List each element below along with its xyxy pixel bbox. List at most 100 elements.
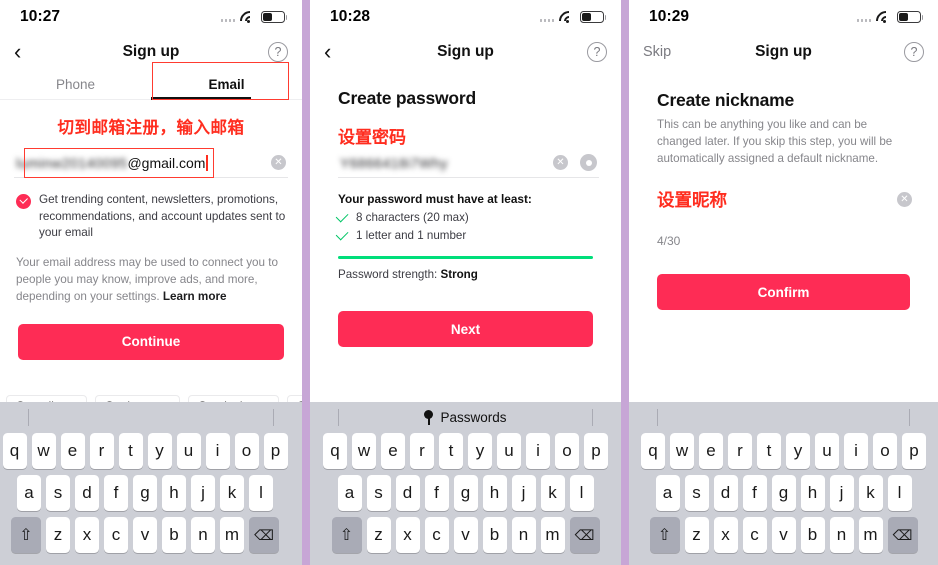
key-u[interactable]: u [815,433,839,469]
shift-up-arrow-icon[interactable]: ⇧ [331,517,362,553]
key-s[interactable]: s [46,475,70,511]
key-z[interactable]: z [46,517,70,553]
key-u[interactable]: u [176,433,201,469]
tab-email[interactable]: Email [151,70,302,99]
shift-up-arrow-icon[interactable]: ⇧ [11,517,41,553]
key-v[interactable]: v [133,517,157,553]
key-s[interactable]: s [684,475,709,511]
key-i[interactable]: i [205,433,230,469]
backspace-delete-icon[interactable]: ⌫ [887,517,918,553]
key-k[interactable]: k [858,475,883,511]
key-f[interactable]: f [742,475,767,511]
key-n[interactable]: n [829,517,854,553]
key-m[interactable]: m [858,517,883,553]
key-h[interactable]: h [800,475,825,511]
key-s[interactable]: s [366,475,391,511]
key-e[interactable]: e [60,433,85,469]
tab-phone[interactable]: Phone [0,70,151,99]
checkmark-circle-filled-icon[interactable] [16,194,31,209]
key-t[interactable]: t [757,433,781,469]
key-p[interactable]: p [263,433,288,469]
key-i[interactable]: i [526,433,550,469]
key-h[interactable]: h [482,475,507,511]
key-m[interactable]: m [220,517,244,553]
key-g[interactable]: g [771,475,796,511]
key-i[interactable]: i [844,433,868,469]
key-l[interactable]: l [249,475,273,511]
key-r[interactable]: r [89,433,114,469]
key-p[interactable]: p [902,433,926,469]
eye-show-password-icon[interactable] [580,154,597,171]
key-n[interactable]: n [511,517,536,553]
key-e[interactable]: e [699,433,723,469]
key-a[interactable]: a [655,475,680,511]
key-t[interactable]: t [439,433,463,469]
key-c[interactable]: c [104,517,128,553]
key-d[interactable]: d [75,475,99,511]
chevron-left-icon[interactable]: ‹ [14,41,40,63]
key-j[interactable]: j [511,475,536,511]
confirm-button[interactable]: Confirm [657,274,910,311]
key-q[interactable]: q [641,433,665,469]
clear-circle-icon[interactable]: ✕ [897,192,912,208]
key-q[interactable]: q [323,433,347,469]
key-w[interactable]: w [670,433,694,469]
key-w[interactable]: w [352,433,376,469]
backspace-delete-icon[interactable]: ⌫ [569,517,600,553]
chevron-left-icon[interactable]: ‹ [324,41,350,63]
shift-up-arrow-icon[interactable]: ⇧ [649,517,680,553]
key-l[interactable]: l [887,475,912,511]
key-n[interactable]: n [191,517,215,553]
key-b[interactable]: b [482,517,507,553]
key-q[interactable]: q [2,433,27,469]
key-g[interactable]: g [133,475,157,511]
key-c[interactable]: c [742,517,767,553]
question-mark-circle-icon[interactable]: ? [587,42,607,62]
continue-button[interactable]: Continue [18,323,284,360]
key-v[interactable]: v [771,517,796,553]
key-w[interactable]: w [31,433,56,469]
key-j[interactable]: j [191,475,215,511]
key-t[interactable]: t [118,433,143,469]
passwords-autofill-button[interactable]: Passwords [424,410,507,425]
key-a[interactable]: a [17,475,41,511]
key-b[interactable]: b [800,517,825,553]
clear-circle-icon[interactable]: ✕ [271,155,286,170]
key-j[interactable]: j [829,475,854,511]
question-mark-circle-icon[interactable]: ? [904,42,924,62]
key-b[interactable]: b [162,517,186,553]
key-d[interactable]: d [395,475,420,511]
key-o[interactable]: o [555,433,579,469]
key-x[interactable]: x [395,517,420,553]
key-e[interactable]: e [381,433,405,469]
key-p[interactable]: p [584,433,608,469]
key-m[interactable]: m [540,517,565,553]
key-r[interactable]: r [410,433,434,469]
key-d[interactable]: d [713,475,738,511]
key-k[interactable]: k [540,475,565,511]
key-o[interactable]: o [234,433,259,469]
key-r[interactable]: r [728,433,752,469]
key-f[interactable]: f [424,475,449,511]
key-x[interactable]: x [713,517,738,553]
key-a[interactable]: a [337,475,362,511]
key-u[interactable]: u [497,433,521,469]
key-x[interactable]: x [75,517,99,553]
key-l[interactable]: l [569,475,594,511]
key-g[interactable]: g [453,475,478,511]
backspace-delete-icon[interactable]: ⌫ [249,517,279,553]
key-c[interactable]: c [424,517,449,553]
email-input[interactable]: luminw20140095 @gmail.com ✕ [14,148,288,178]
skip-button[interactable]: Skip [643,44,671,60]
clear-circle-icon[interactable]: ✕ [553,155,568,170]
key-k[interactable]: k [220,475,244,511]
key-y[interactable]: y [147,433,172,469]
key-h[interactable]: h [162,475,186,511]
password-input[interactable]: Y6866418i7Why ✕ [338,148,599,178]
key-y[interactable]: y [786,433,810,469]
question-mark-circle-icon[interactable]: ? [268,42,288,62]
key-v[interactable]: v [453,517,478,553]
next-button[interactable]: Next [338,311,593,347]
nickname-field-row[interactable]: 设置昵称 ✕ [629,167,938,212]
key-y[interactable]: y [468,433,492,469]
